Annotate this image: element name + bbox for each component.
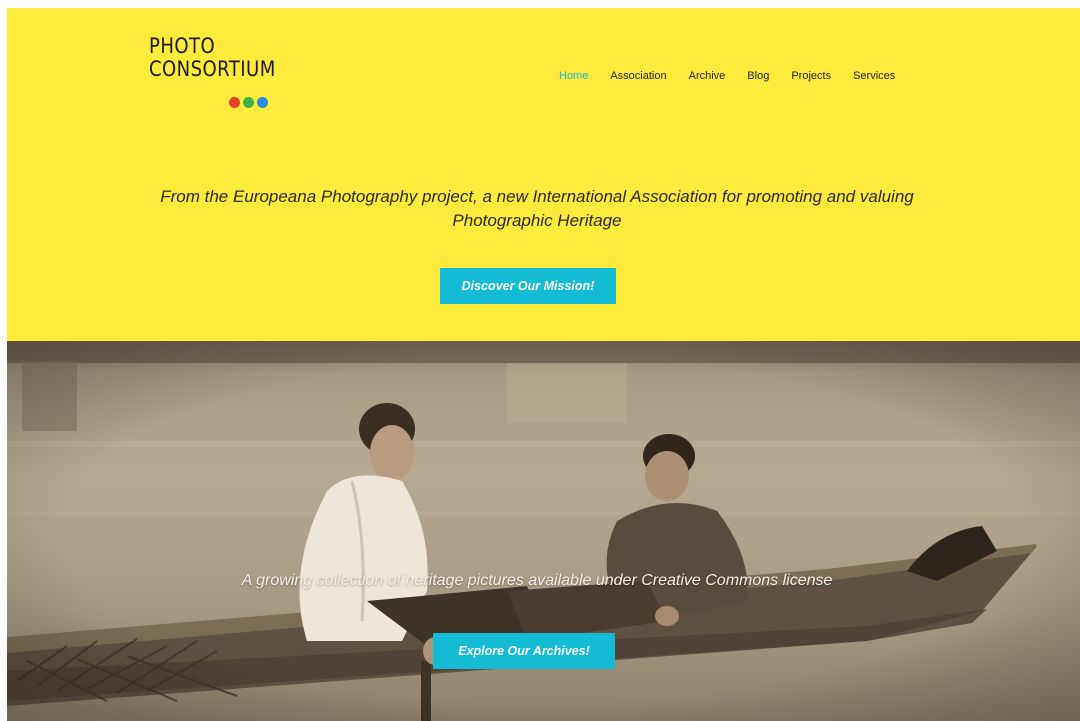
logo-text-consortium: CONSORTIUM bbox=[149, 57, 276, 81]
discover-mission-button[interactable]: Discover Our Mission! bbox=[440, 268, 616, 304]
hero-tagline: From the Europeana Photography project, … bbox=[160, 187, 914, 230]
main-nav: Home Association Archive Blog Projects S… bbox=[559, 66, 895, 86]
hero-section: PHOTO CONSORTIUM Home Association Archiv… bbox=[7, 8, 1080, 341]
nav-item-archive[interactable]: Archive bbox=[689, 70, 726, 82]
logo-dot-green bbox=[243, 97, 254, 108]
page: PHOTO CONSORTIUM Home Association Archiv… bbox=[0, 0, 1080, 721]
nav-item-services[interactable]: Services bbox=[853, 70, 895, 82]
logo-text-photo: PHOTO bbox=[149, 34, 216, 58]
site-logo[interactable]: PHOTO CONSORTIUM bbox=[149, 35, 309, 115]
nav-item-blog[interactable]: Blog bbox=[747, 70, 769, 82]
logo-dot-red bbox=[229, 97, 240, 108]
nav-item-association[interactable]: Association bbox=[610, 70, 666, 82]
nav-item-home[interactable]: Home bbox=[559, 70, 588, 82]
logo-dots bbox=[229, 97, 271, 109]
photo-caption: A growing collection of heritage picture… bbox=[241, 572, 833, 589]
logo-dot-blue bbox=[257, 97, 268, 108]
nav-item-projects[interactable]: Projects bbox=[791, 70, 831, 82]
heritage-photo-section: A growing collection of heritage picture… bbox=[7, 341, 1080, 721]
explore-archives-button[interactable]: Explore Our Archives! bbox=[433, 633, 615, 669]
